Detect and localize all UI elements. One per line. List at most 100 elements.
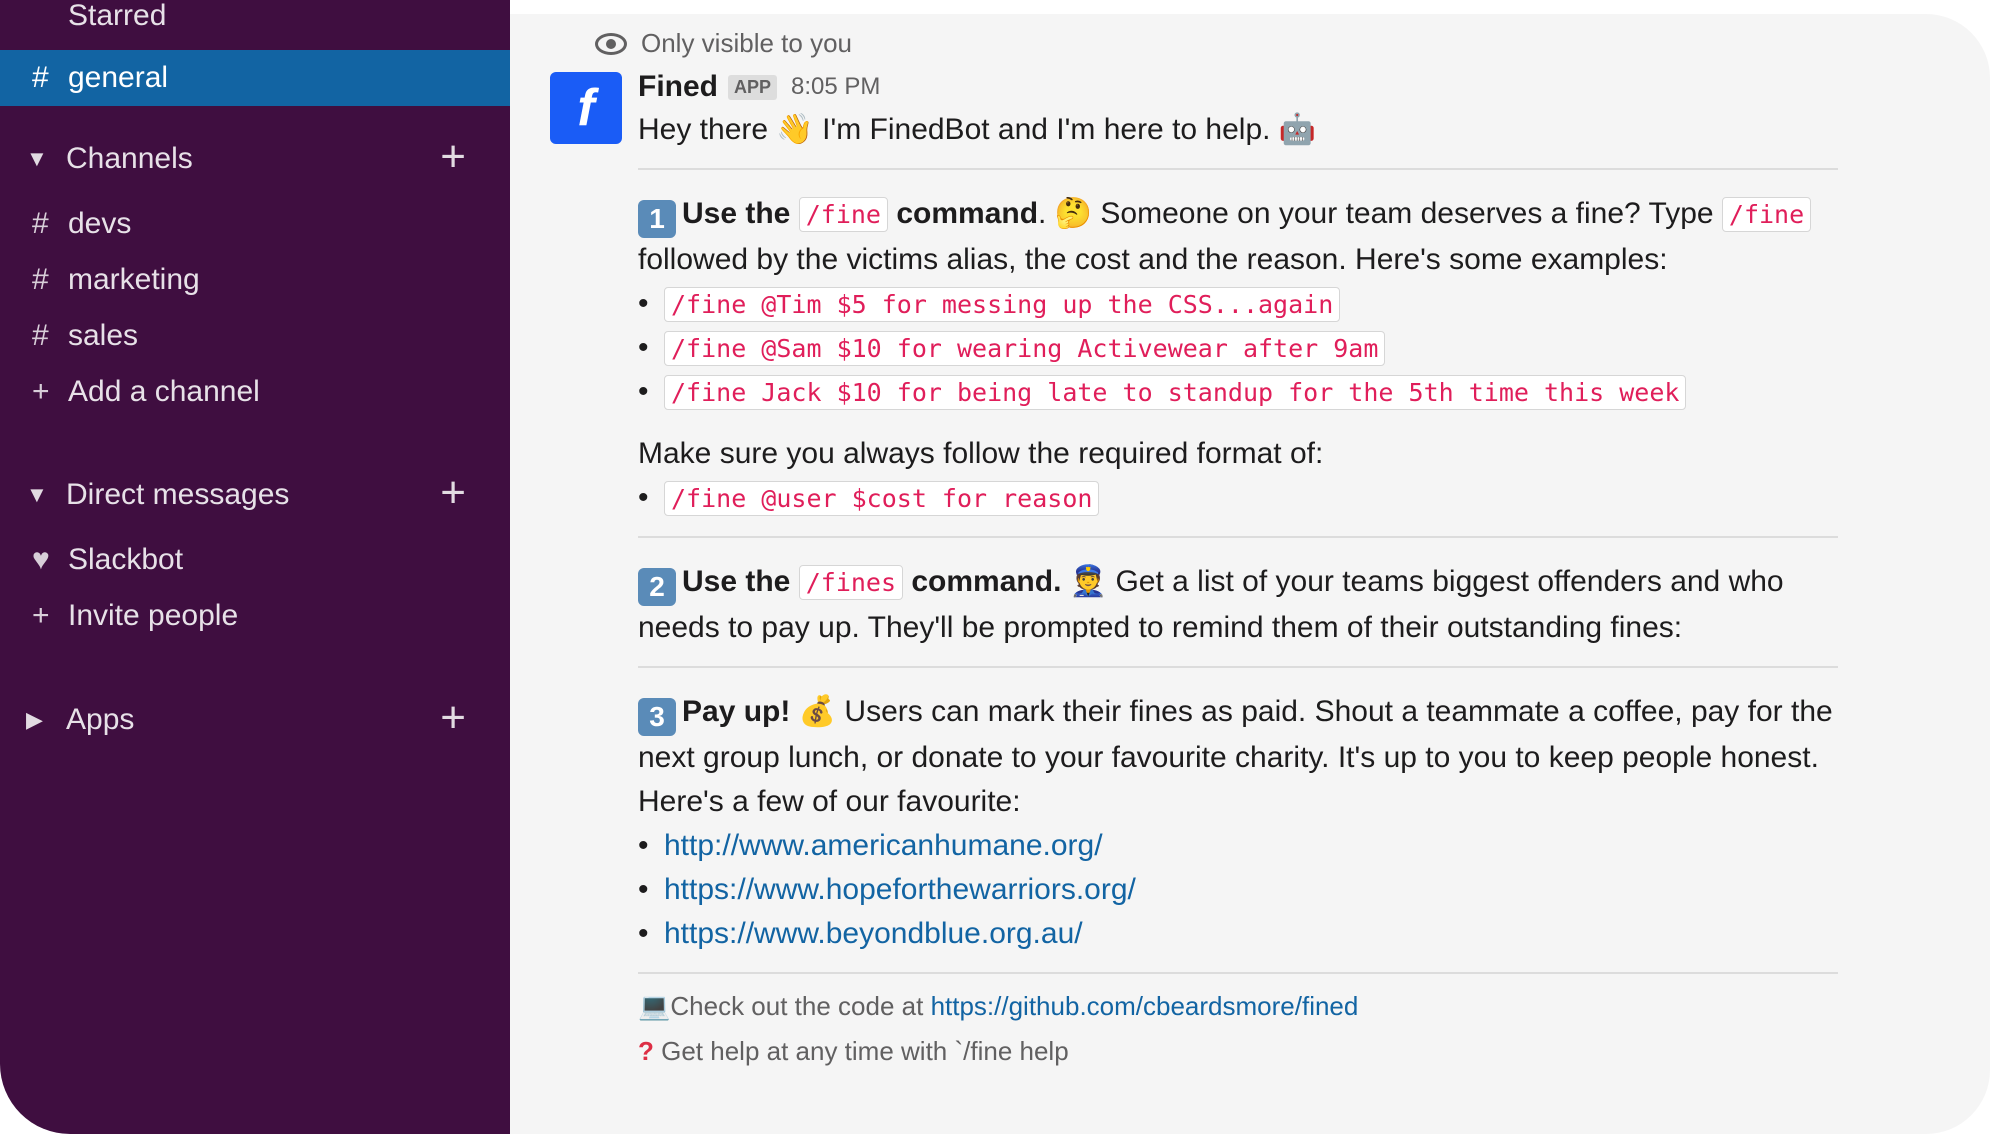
invite-people-button[interactable]: + Invite people	[0, 588, 510, 644]
divider	[638, 666, 1838, 668]
s2-heading-b: command.	[911, 565, 1062, 598]
plus-icon: +	[32, 375, 50, 408]
message-pane: Only visible to you f Fined APP 8:05 PM …	[510, 14, 1990, 1134]
add-app-plus-icon[interactable]: +	[440, 696, 466, 740]
hash-icon: #	[32, 61, 49, 94]
sidebar-item-devs[interactable]: # devs	[0, 196, 510, 252]
s2-text-2: needs to pay up. They'll be prompted to …	[638, 611, 1683, 644]
channel-label: marketing	[68, 263, 200, 296]
sender-name[interactable]: Fined	[638, 70, 718, 104]
hash-icon: #	[32, 319, 49, 352]
app-badge: APP	[728, 74, 778, 100]
channels-section-header[interactable]: ▼ Channels +	[0, 131, 510, 187]
question-mark-icon: ?	[638, 1036, 654, 1066]
charity-link[interactable]: https://www.beyondblue.org.au/	[664, 917, 1083, 951]
greeting-line: Hey there 👋 I'm FinedBot and I'm here to…	[638, 108, 1878, 152]
channel-label: general	[68, 61, 169, 94]
eye-icon	[595, 32, 627, 55]
sidebar-item-slackbot[interactable]: ♥ Slackbot	[0, 532, 510, 588]
thinking-face-icon: 🤔	[1054, 196, 1093, 231]
caret-right-icon[interactable]: ▶	[26, 707, 66, 733]
hash-icon: #	[32, 207, 49, 240]
apps-section-header[interactable]: ▶ Apps +	[0, 692, 510, 748]
divider	[638, 536, 1838, 538]
waving-hand-icon: 👋	[776, 112, 814, 147]
starred-label: Starred	[68, 0, 167, 32]
visibility-text: Only visible to you	[641, 28, 852, 58]
s1-heading-a: Use the	[682, 197, 791, 230]
channel-label: sales	[68, 319, 139, 352]
example-code: /fine @Sam $10 for wearing Activewear af…	[664, 330, 1386, 366]
visibility-note: Only visible to you	[595, 28, 852, 59]
channels-header: Channels	[66, 142, 193, 175]
greeting-text-2: I'm FinedBot and I'm here to help.	[822, 113, 1271, 146]
invite-label: Invite people	[68, 599, 239, 632]
robot-icon: 🤖	[1278, 112, 1317, 147]
s3-text-2: next group lunch, or donate to your favo…	[638, 741, 1819, 774]
s1-text: Someone on your team deserves a fine? Ty…	[1100, 197, 1714, 230]
greeting-text: Hey there	[638, 113, 769, 146]
fines-command-code: /fines	[798, 565, 904, 600]
format-intro: Make sure you always follow the required…	[638, 437, 1324, 470]
list-item: •/fine @user $cost for reason	[638, 476, 1878, 520]
s3-text-3: Here's a few of our favourite:	[638, 785, 1021, 818]
s1-heading-b: command	[896, 197, 1039, 230]
list-item: •/fine Jack $10 for being late to standu…	[638, 370, 1878, 414]
dm-label: Slackbot	[68, 543, 184, 576]
caret-down-icon[interactable]: ▼	[26, 482, 66, 508]
message-header: Fined APP 8:05 PM	[638, 66, 1878, 108]
s2-heading-a: Use the	[682, 565, 791, 598]
plus-icon: +	[32, 599, 50, 632]
sidebar-item-sales[interactable]: # sales	[0, 308, 510, 364]
format-code: /fine @user $cost for reason	[664, 480, 1100, 516]
charity-link[interactable]: https://www.hopeforthewarriors.org/	[664, 873, 1136, 907]
section-3: 3 Pay up! 💰 Users can mark their fines as…	[638, 690, 1878, 736]
add-dm-plus-icon[interactable]: +	[440, 471, 466, 515]
s1-text-2: followed by the victims alias, the cost …	[638, 243, 1668, 276]
footer-help-line: ? Get help at any time with `/fine help	[638, 1029, 1878, 1073]
dm-section-header[interactable]: ▼ Direct messages +	[0, 467, 510, 523]
hash-icon: #	[32, 263, 49, 296]
list-item: • http://www.americanhumane.org/	[638, 829, 1103, 863]
caret-down-icon[interactable]: ▼	[26, 146, 66, 172]
bot-avatar[interactable]: f	[550, 72, 622, 144]
money-bag-icon: 💰	[798, 694, 837, 729]
fine-command-code: /fine	[798, 197, 888, 232]
laptop-icon: 💻	[638, 992, 671, 1022]
section-1: 1 Use the /fine command. 🤔 Someone on you…	[638, 192, 1878, 238]
footer-code-line: 💻Check out the code at https://github.co…	[638, 984, 1878, 1029]
list-item: •/fine @Tim $5 for messing up the CSS...…	[638, 282, 1878, 326]
add-channel-button[interactable]: + Add a channel	[0, 364, 510, 420]
list-item: •/fine @Sam $10 for wearing Activewear a…	[638, 326, 1878, 370]
s2-text: Get a list of your teams biggest offende…	[1115, 565, 1784, 598]
sidebar: Starred # general ▼ Channels + # devs # …	[0, 0, 510, 1134]
footer-text: Check out the code at	[670, 991, 924, 1021]
message-time[interactable]: 8:05 PM	[791, 73, 880, 101]
list-item: • https://www.hopeforthewarriors.org/	[638, 873, 1136, 907]
add-channel-label: Add a channel	[68, 375, 260, 408]
charity-link[interactable]: http://www.americanhumane.org/	[664, 829, 1103, 863]
s3-heading: Pay up!	[682, 695, 791, 728]
dm-header: Direct messages	[66, 478, 290, 511]
section-2: 2 Use the /fines command. 👮 Get a list of…	[638, 560, 1878, 606]
github-link[interactable]: https://github.com/cbeardsmore/fined	[931, 991, 1359, 1021]
example-code: /fine @Tim $5 for messing up the CSS...a…	[664, 286, 1341, 322]
keycap-1-icon: 1	[638, 200, 676, 238]
example-code: /fine Jack $10 for being late to standup…	[664, 374, 1687, 410]
help-text: Get help at any time with `/fine help	[661, 1036, 1069, 1066]
sidebar-starred-header[interactable]: Starred	[0, 0, 510, 44]
keycap-2-icon: 2	[638, 568, 676, 606]
divider	[638, 168, 1838, 170]
sidebar-item-general[interactable]: # general	[0, 50, 510, 106]
add-channel-plus-icon[interactable]: +	[440, 135, 466, 179]
heart-icon: ♥	[32, 543, 50, 576]
keycap-3-icon: 3	[638, 698, 676, 736]
list-item: • https://www.beyondblue.org.au/	[638, 917, 1083, 951]
channel-label: devs	[68, 207, 132, 240]
bot-message: Fined APP 8:05 PM Hey there 👋 I'm FinedB…	[638, 66, 1878, 1073]
s3-text: Users can mark their fines as paid. Shou…	[844, 695, 1833, 728]
police-officer-icon: 👮	[1069, 564, 1108, 599]
apps-header: Apps	[66, 703, 135, 736]
fine-command-code: /fine	[1721, 197, 1812, 232]
sidebar-item-marketing[interactable]: # marketing	[0, 252, 510, 308]
